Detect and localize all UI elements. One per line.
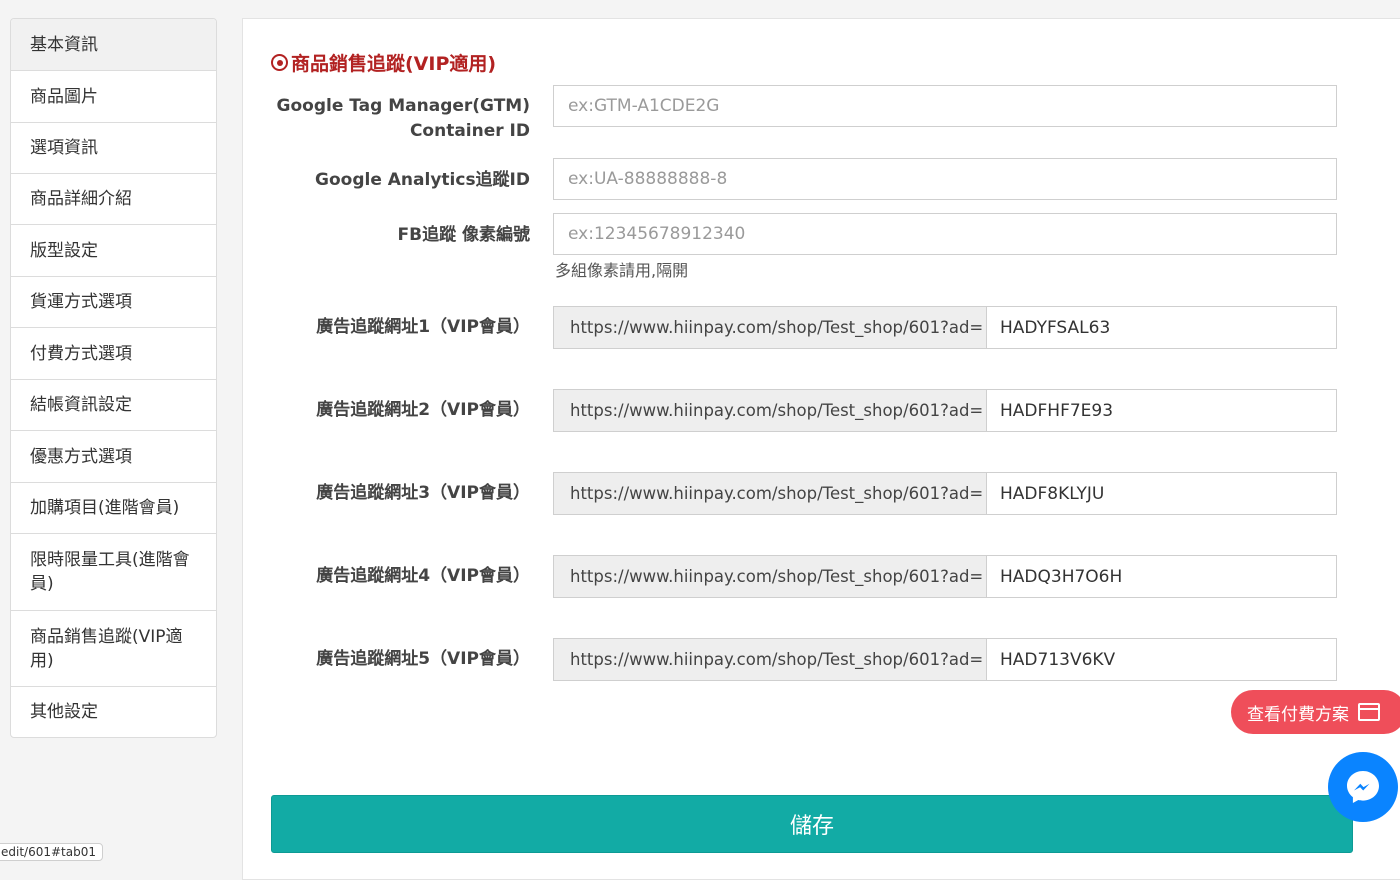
ad-url-group-4: https://www.hiinpay.com/shop/Test_shop/6… <box>553 555 1337 598</box>
ad-url-prefix: https://www.hiinpay.com/shop/Test_shop/6… <box>554 390 987 431</box>
sidebar-item-label: 基本資訊 <box>30 34 98 55</box>
fb-pixel-input[interactable] <box>553 213 1337 255</box>
ad-url-group-5: https://www.hiinpay.com/shop/Test_shop/6… <box>553 638 1337 681</box>
ga-tracking-id-input[interactable] <box>553 158 1337 200</box>
sidebar-nav: 基本資訊 商品圖片 選項資訊 商品詳細介紹 版型設定 貨運方式選項 付費方式選項… <box>10 18 217 738</box>
ad-url-label-5: 廣告追蹤網址5（VIP會員） <box>316 649 530 669</box>
ad-url-prefix: https://www.hiinpay.com/shop/Test_shop/6… <box>554 556 987 597</box>
sidebar-item-shipping[interactable]: 貨運方式選項 <box>11 276 216 327</box>
section-title: 商品銷售追蹤(VIP適用) <box>271 49 496 76</box>
gtm-container-id-input[interactable] <box>553 85 1337 127</box>
ad-code-input-1[interactable] <box>987 307 1336 348</box>
status-bar-url: edit/601#tab01 <box>0 843 103 861</box>
sidebar-item-basic-info[interactable]: 基本資訊 <box>11 19 216 70</box>
target-icon <box>271 54 288 71</box>
sidebar-item-label: 其他設定 <box>30 702 98 722</box>
messenger-icon <box>1347 771 1379 803</box>
sidebar-item-label: 結帳資訊設定 <box>30 395 132 415</box>
sidebar-item-label: 商品銷售追蹤(VIP適用) <box>30 626 183 671</box>
ad-url-group-2: https://www.hiinpay.com/shop/Test_shop/6… <box>553 389 1337 432</box>
sidebar-item-label: 優惠方式選項 <box>30 446 132 467</box>
ga-label: Google Analytics追蹤ID <box>315 170 530 190</box>
sidebar-item-label: 商品詳細介紹 <box>30 189 132 209</box>
view-plans-label: 查看付費方案 <box>1247 704 1349 725</box>
credit-card-icon <box>1358 703 1380 721</box>
sidebar-item-label: 貨運方式選項 <box>30 292 132 312</box>
ad-url-label-3: 廣告追蹤網址3（VIP會員） <box>316 483 530 503</box>
ad-code-input-2[interactable] <box>987 390 1336 431</box>
sidebar-item-product-details[interactable]: 商品詳細介紹 <box>11 173 216 224</box>
ad-url-prefix: https://www.hiinpay.com/shop/Test_shop/6… <box>554 473 987 514</box>
sidebar-item-discount[interactable]: 優惠方式選項 <box>11 430 216 482</box>
gtm-label: Google Tag Manager(GTM) Container ID <box>276 96 530 141</box>
sidebar-item-label: 加購項目(進階會員) <box>30 498 180 518</box>
sidebar-item-other-settings[interactable]: 其他設定 <box>11 686 216 737</box>
sidebar-item-label: 選項資訊 <box>30 138 98 158</box>
messenger-chat-button[interactable] <box>1328 752 1398 822</box>
sidebar-item-limited-tool[interactable]: 限時限量工具(進階會員) <box>11 533 216 610</box>
sidebar-item-product-images[interactable]: 商品圖片 <box>11 70 216 122</box>
ad-url-group-1: https://www.hiinpay.com/shop/Test_shop/6… <box>553 306 1337 349</box>
sidebar-item-label: 版型設定 <box>30 240 98 261</box>
ad-url-prefix: https://www.hiinpay.com/shop/Test_shop/6… <box>554 307 987 348</box>
save-button-label: 儲存 <box>789 814 834 839</box>
fb-pixel-help: 多組像素請用,隔開 <box>555 261 689 280</box>
sidebar-item-layout[interactable]: 版型設定 <box>11 224 216 276</box>
sidebar-item-label: 付費方式選項 <box>30 343 132 364</box>
view-plans-button[interactable]: 查看付費方案 <box>1231 690 1400 734</box>
ad-url-group-3: https://www.hiinpay.com/shop/Test_shop/6… <box>553 472 1337 515</box>
fb-pixel-label: FB追蹤 像素編號 <box>397 225 531 245</box>
sidebar-item-payment[interactable]: 付費方式選項 <box>11 327 216 379</box>
sidebar-item-label: 商品圖片 <box>30 86 98 107</box>
sidebar-item-label: 限時限量工具(進階會員) <box>30 550 190 594</box>
sidebar-item-add-on[interactable]: 加購項目(進階會員) <box>11 482 216 533</box>
ad-url-prefix: https://www.hiinpay.com/shop/Test_shop/6… <box>554 639 987 680</box>
ad-url-label-4: 廣告追蹤網址4（VIP會員） <box>316 566 530 586</box>
ad-url-label-1: 廣告追蹤網址1（VIP會員） <box>316 317 530 337</box>
save-button[interactable]: 儲存 <box>271 795 1353 853</box>
main-panel: 商品銷售追蹤(VIP適用) Google Tag Manager(GTM) Co… <box>242 18 1400 880</box>
ad-code-input-4[interactable] <box>987 556 1336 597</box>
ad-url-label-2: 廣告追蹤網址2（VIP會員） <box>316 400 530 420</box>
sidebar-item-sales-tracking[interactable]: 商品銷售追蹤(VIP適用) <box>11 610 216 686</box>
ad-code-input-3[interactable] <box>987 473 1336 514</box>
sidebar-item-checkout[interactable]: 結帳資訊設定 <box>11 379 216 430</box>
section-title-text: 商品銷售追蹤(VIP適用) <box>291 53 497 75</box>
sidebar-item-options[interactable]: 選項資訊 <box>11 122 216 173</box>
ad-code-input-5[interactable] <box>987 639 1336 680</box>
